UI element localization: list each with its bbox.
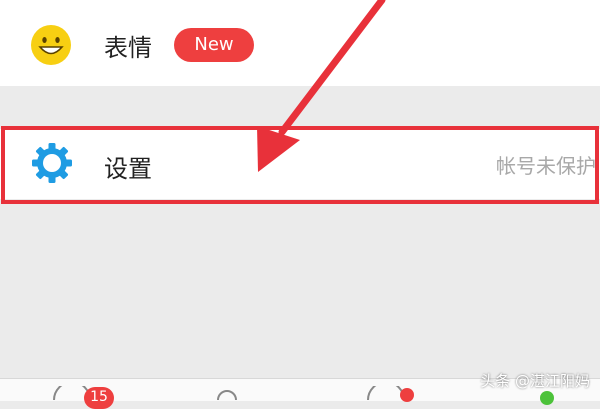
watermark-text: 头条 @湛江阳妈 [480, 372, 590, 390]
new-badge: New [174, 28, 254, 62]
profile-status-dot [540, 391, 554, 405]
emoji-menu-row[interactable]: 表情 [0, 0, 600, 86]
annotation-highlight-box [1, 126, 599, 204]
emoji-row-label: 表情 [104, 34, 152, 62]
unread-count-badge: 15 [84, 387, 114, 409]
contacts-tab-icon[interactable] [212, 388, 242, 400]
smiley-face-icon [31, 25, 71, 65]
